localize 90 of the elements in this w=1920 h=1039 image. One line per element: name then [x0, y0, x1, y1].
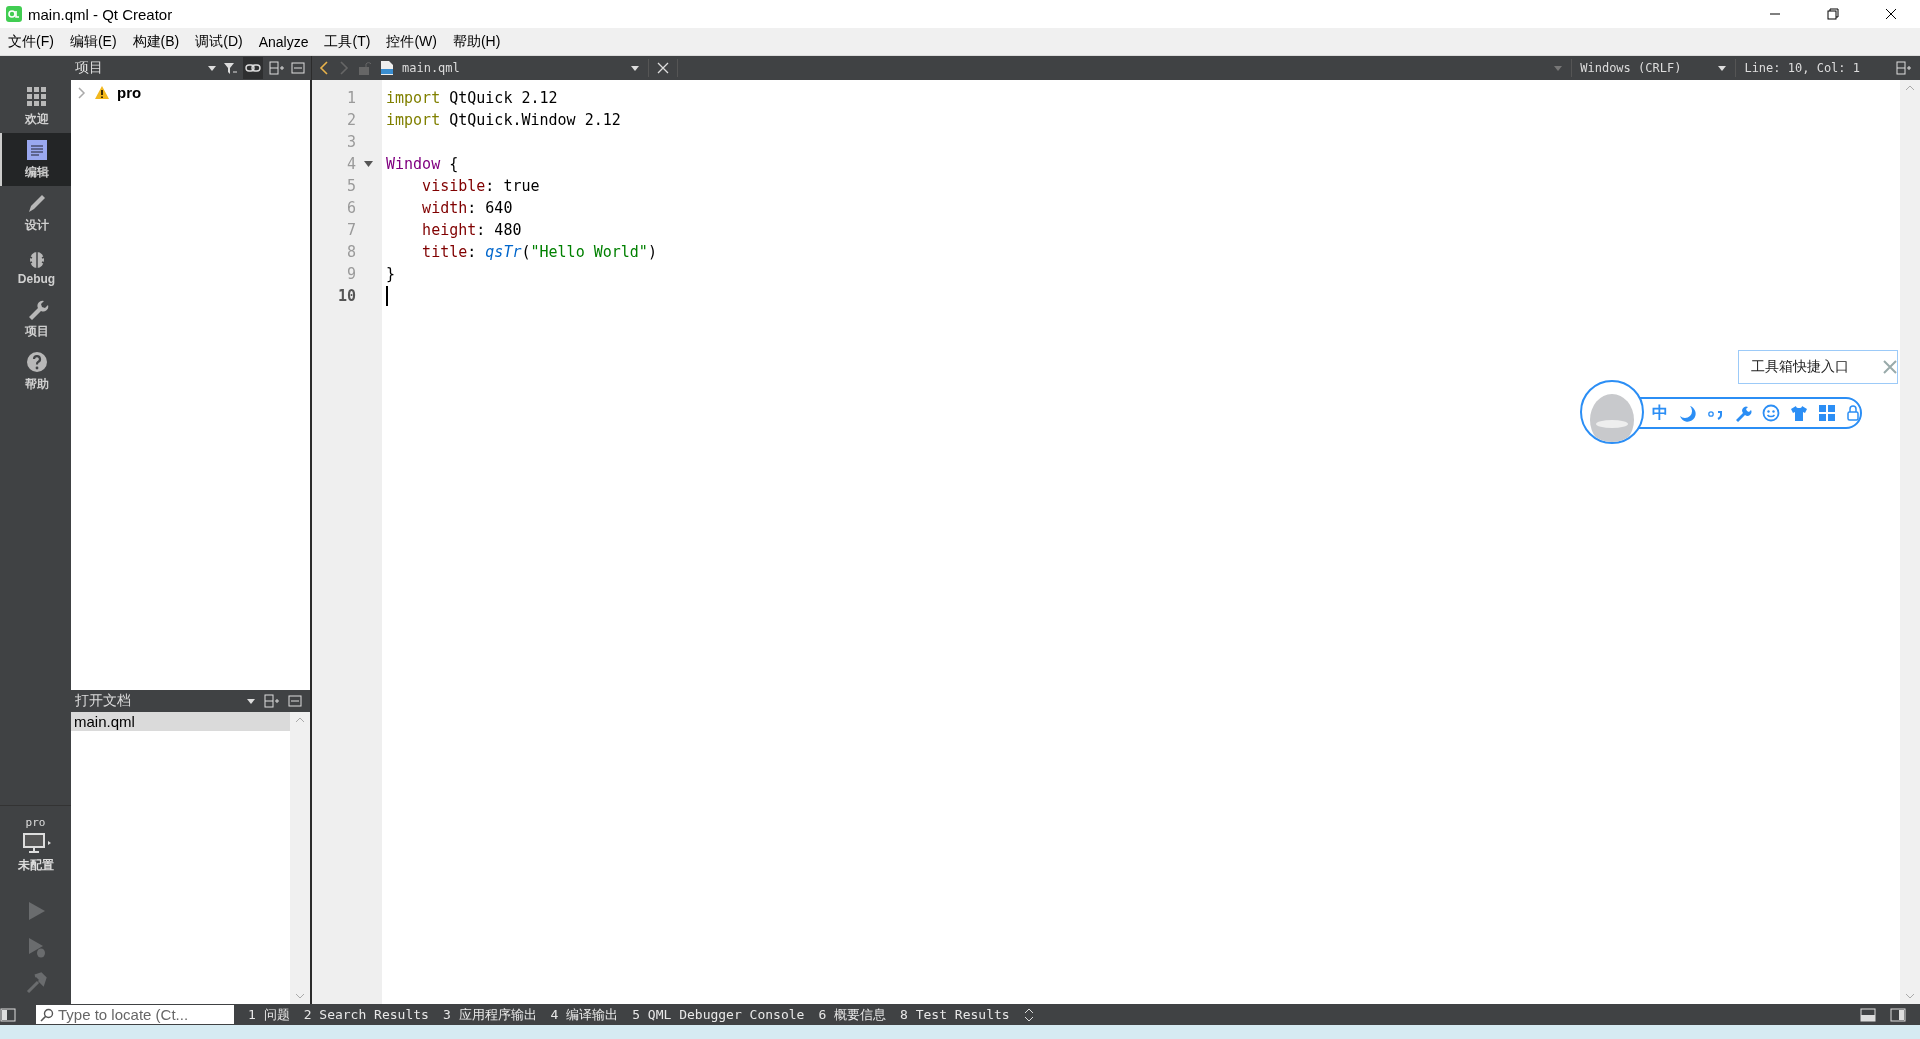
output-tab[interactable]: 6 概要信息 — [818, 1005, 887, 1024]
output-tab[interactable]: 1 问题 — [248, 1005, 290, 1024]
scroll-down-icon[interactable] — [295, 992, 305, 1000]
menu-item[interactable]: 工具(T) — [316, 32, 379, 51]
mode-button[interactable]: 帮助 — [0, 345, 71, 398]
line-number: 6 — [345, 199, 356, 217]
expand-collapse-icon[interactable] — [1023, 1007, 1034, 1022]
menu-item[interactable]: 文件(F) — [0, 32, 62, 51]
warning-icon — [95, 86, 109, 99]
cursor-position[interactable]: Line: 10, Col: 1 — [1744, 61, 1860, 75]
tree-item[interactable]: pro — [117, 84, 142, 101]
mode-button[interactable]: 项目 — [0, 292, 71, 345]
wrench-icon[interactable] — [1734, 404, 1752, 422]
fold-arrow-icon[interactable] — [364, 161, 373, 167]
shirt-icon[interactable] — [1790, 404, 1808, 422]
line-number: 9 — [345, 265, 356, 283]
kit-status-label: 未配置 — [17, 857, 54, 874]
menu-item[interactable]: Analyze — [250, 33, 317, 50]
code-line: Window { — [386, 155, 459, 173]
line-number: 3 — [345, 133, 356, 151]
hammer-icon[interactable] — [24, 972, 47, 994]
close-icon[interactable] — [1883, 360, 1897, 374]
split-icon[interactable] — [1896, 61, 1912, 75]
line-number: 5 — [345, 177, 356, 195]
output-tab[interactable]: 4 编译输出 — [550, 1005, 619, 1024]
code-line: height: 480 — [421, 221, 522, 239]
avatar-icon[interactable] — [1580, 380, 1644, 444]
text-cursor — [386, 286, 388, 306]
mode-button[interactable]: 欢迎 — [0, 80, 71, 133]
dropdown-caret-icon[interactable] — [207, 64, 217, 72]
menu-item[interactable]: 构建(B) — [124, 32, 188, 51]
close-document-icon[interactable] — [657, 62, 669, 74]
line-number: 10 — [336, 287, 356, 305]
monitor-icon[interactable] — [20, 831, 51, 855]
panel-title: 打开文档 — [75, 692, 132, 710]
mode-button[interactable]: 编辑 — [0, 133, 71, 186]
line-number: 8 — [345, 243, 356, 261]
panel-title: 项目 — [75, 59, 104, 77]
grid-icon — [24, 85, 49, 109]
output-tab[interactable]: 3 应用程序输出 — [442, 1005, 537, 1024]
line-number: 4 — [345, 155, 356, 173]
mode-button[interactable]: Debug — [0, 239, 71, 292]
split-icon[interactable] — [264, 694, 280, 708]
filter-icon[interactable] — [223, 61, 237, 75]
code-line: } — [386, 265, 396, 283]
line-number: 2 — [345, 111, 356, 129]
menu-item[interactable]: 编辑(E) — [61, 32, 125, 51]
dropdown-caret-icon[interactable] — [630, 64, 640, 72]
line-number: 1 — [345, 89, 356, 107]
search-icon — [40, 1007, 54, 1022]
sidebar-toggle-icon[interactable] — [0, 1007, 16, 1022]
code-line: visible: true — [421, 177, 540, 195]
document-tab[interactable]: main.qml — [402, 61, 622, 75]
output-tab[interactable]: 2 Search Results — [303, 1007, 429, 1022]
output-tab[interactable]: 5 QML Debugger Console — [632, 1007, 805, 1022]
scroll-down-icon[interactable] — [1905, 992, 1915, 1000]
mode-button[interactable]: 设计 — [0, 186, 71, 239]
kit-project-label: pro — [25, 816, 46, 829]
locator-field[interactable]: Type to locate (Ct... — [36, 1005, 234, 1024]
document-item[interactable]: main.qml — [71, 712, 290, 731]
scroll-up-icon[interactable] — [295, 716, 305, 724]
help-icon — [24, 350, 49, 374]
menu-item[interactable]: 帮助(H) — [444, 32, 509, 51]
split-icon[interactable] — [269, 61, 285, 75]
dropdown-caret-icon[interactable] — [1717, 64, 1728, 72]
close-panel-icon[interactable] — [291, 61, 305, 75]
tooltip-text: 工具箱快捷入口 — [1751, 358, 1850, 376]
right-sidebar-icon[interactable] — [1890, 1007, 1906, 1022]
scroll-up-icon[interactable] — [1905, 84, 1915, 92]
smiley-icon[interactable] — [1762, 404, 1780, 422]
code-line: width: 640 — [421, 199, 513, 217]
menu-item[interactable]: 调试(D) — [187, 32, 251, 51]
code-line: import QtQuick 2.12 — [386, 89, 558, 107]
window-title: main.qml - Qt Creator — [28, 5, 173, 23]
grid-icon[interactable] — [1818, 404, 1836, 422]
lock-icon[interactable] — [1846, 404, 1860, 422]
dropdown-caret-icon[interactable] — [246, 697, 256, 705]
menu-item[interactable]: 控件(W) — [378, 32, 445, 51]
unlock-icon — [358, 60, 372, 76]
close-panel-icon[interactable] — [288, 694, 302, 708]
code-line: import QtQuick.Window 2.12 — [386, 111, 621, 129]
code-line: title: qsTr("Hello World") — [421, 243, 657, 261]
app-logo-icon — [6, 6, 22, 22]
document-icon — [24, 138, 49, 162]
line-number: 7 — [345, 221, 356, 239]
output-pane-icon[interactable] — [1860, 1007, 1876, 1022]
qml-file-icon — [380, 60, 394, 76]
output-tab[interactable]: 8 Test Results — [900, 1007, 1010, 1022]
moon-icon[interactable] — [1678, 404, 1696, 422]
line-ending-selector[interactable]: Windows (CRLF) — [1580, 61, 1682, 75]
